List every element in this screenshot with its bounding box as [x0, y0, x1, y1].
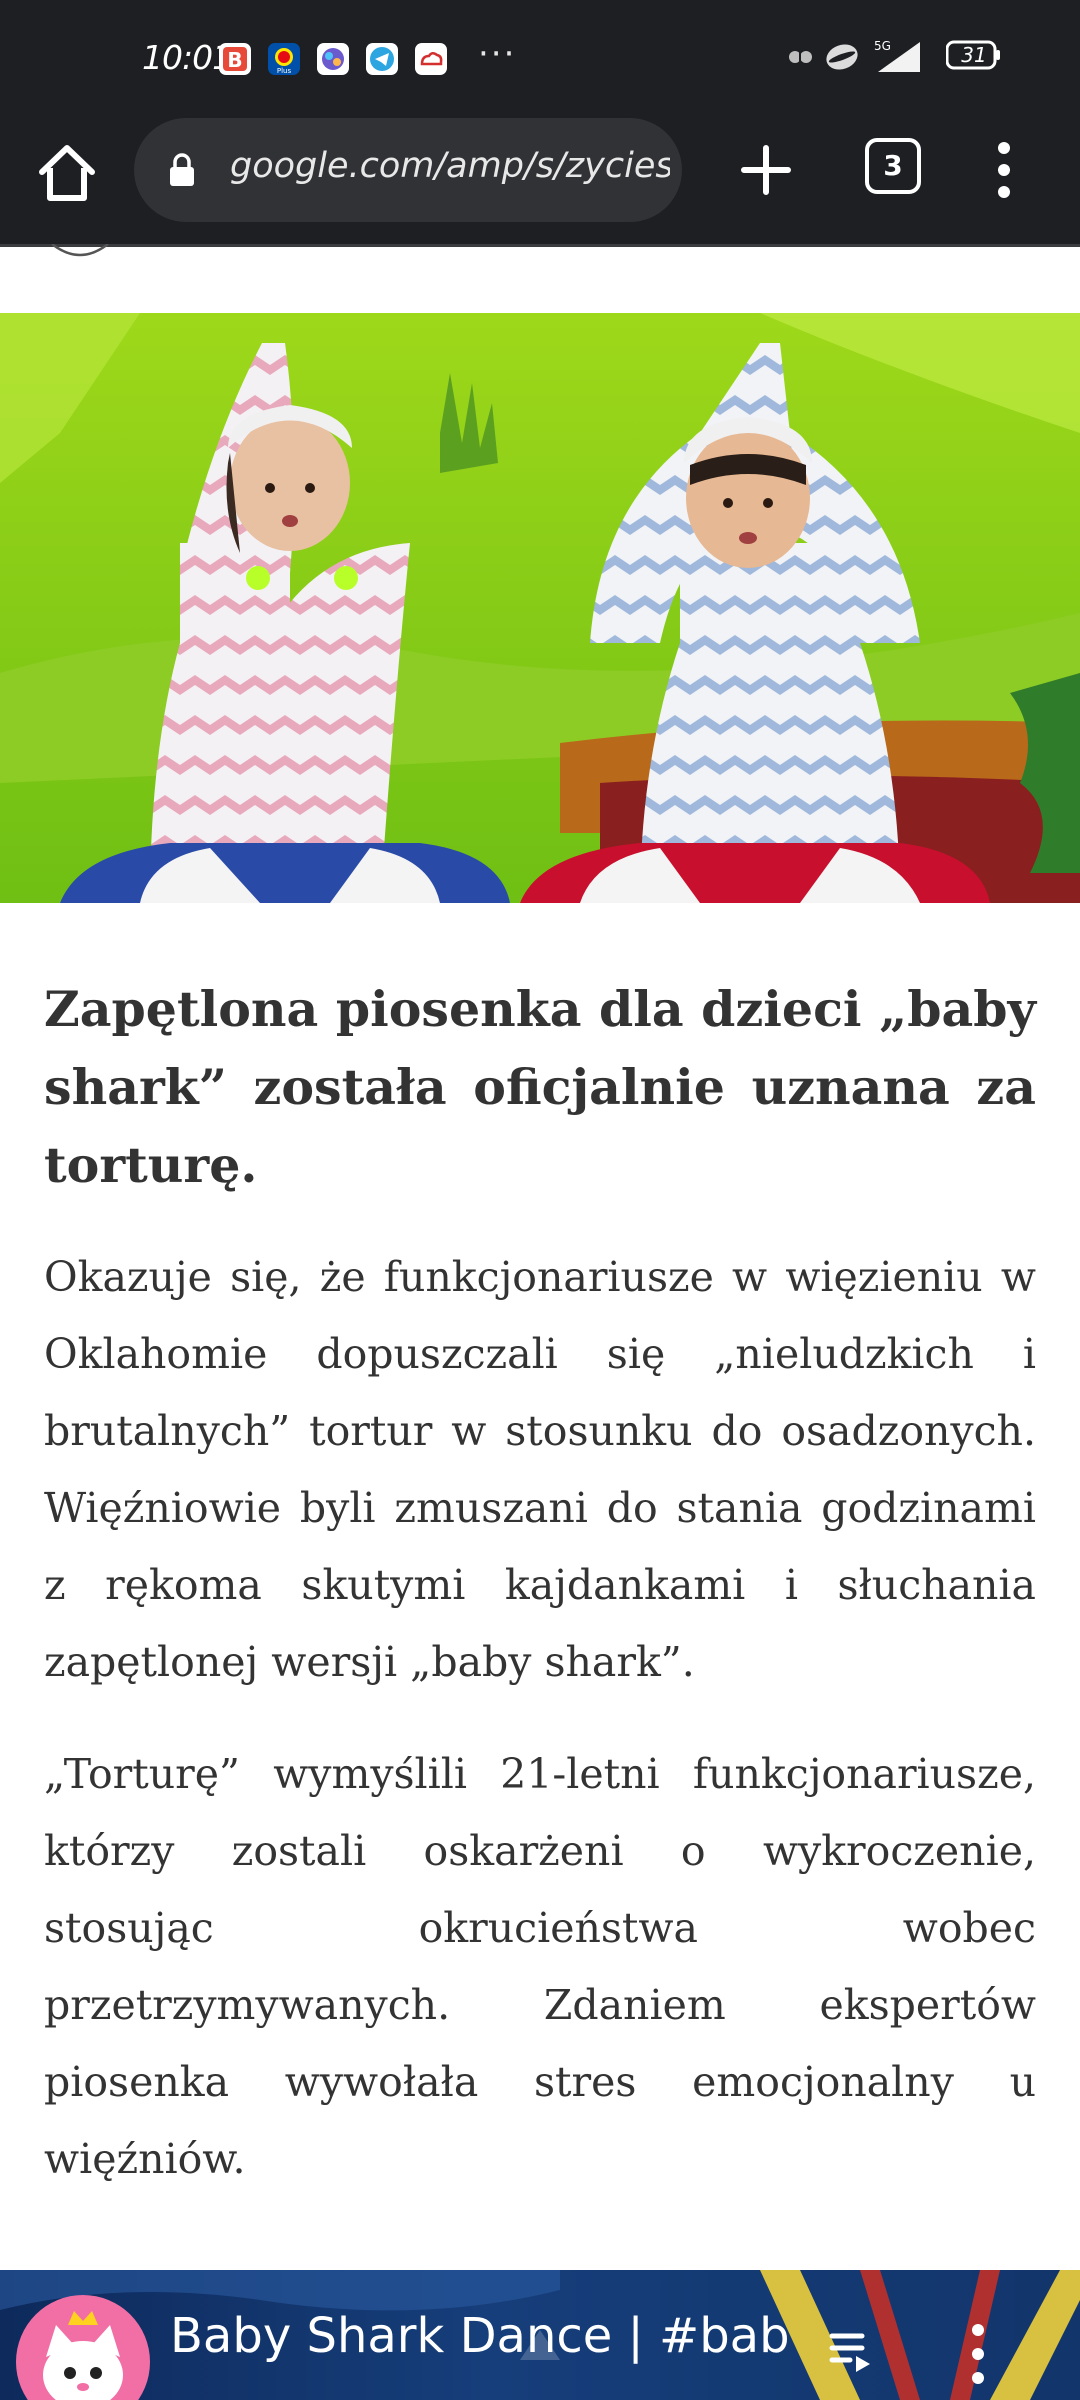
- network-label: 5G: [874, 39, 891, 53]
- status-bar: 10:01 B Plus ··· 5G 31: [0, 0, 1080, 118]
- lidl-plus-icon: Plus: [267, 42, 301, 76]
- home-button[interactable]: [30, 136, 104, 210]
- more-vert-icon: [998, 142, 1010, 198]
- battery-level: 31: [961, 43, 987, 67]
- embedded-video[interactable]: Baby Shark Dance | #baby...: [0, 2270, 1080, 2400]
- cut-off-icon: [51, 244, 109, 257]
- brand-b-icon: B: [218, 42, 252, 76]
- home-icon: [39, 145, 95, 201]
- tab-count: 3: [883, 149, 903, 182]
- video-title[interactable]: Baby Shark Dance | #baby...: [170, 2308, 790, 2364]
- browser-toolbar: google.com/amp/s/zyciest 3: [0, 118, 1080, 247]
- new-tab-button[interactable]: [736, 140, 796, 200]
- signal-icon: 5G: [872, 38, 924, 78]
- plus-icon: [741, 145, 791, 195]
- bluetooth-icon: [786, 40, 816, 78]
- cloud-app-icon: [414, 42, 448, 76]
- dnd-icon: [824, 42, 860, 76]
- browser-menu-button[interactable]: [984, 136, 1024, 204]
- address-bar[interactable]: google.com/amp/s/zyciest: [134, 118, 682, 222]
- tab-switcher-button[interactable]: 3: [865, 138, 921, 194]
- more-notifications-icon: ···: [478, 34, 517, 74]
- playlist-icon[interactable]: [828, 2330, 874, 2376]
- lock-icon: [170, 153, 194, 186]
- article-body: Zapętlona piosenka dla dzieci „baby shar…: [44, 970, 1036, 2198]
- svg-text:B: B: [227, 48, 242, 72]
- app-icon: [316, 42, 350, 76]
- article-paragraph: Okazuje się, że funkcjonariusze w więzie…: [44, 1253, 1036, 1686]
- article-headline: Zapętlona piosenka dla dzieci „baby shar…: [44, 980, 1036, 1194]
- article-hero-image: [0, 313, 1080, 903]
- article-paragraph: „Torturę” wymyślili 21-letni funkcjonari…: [44, 1750, 1036, 2183]
- url-text[interactable]: google.com/amp/s/zyciest: [230, 146, 670, 186]
- svg-text:Plus: Plus: [277, 67, 292, 75]
- more-vert-icon[interactable]: [968, 2322, 988, 2400]
- telegram-icon: [365, 42, 399, 76]
- channel-avatar[interactable]: [16, 2295, 150, 2400]
